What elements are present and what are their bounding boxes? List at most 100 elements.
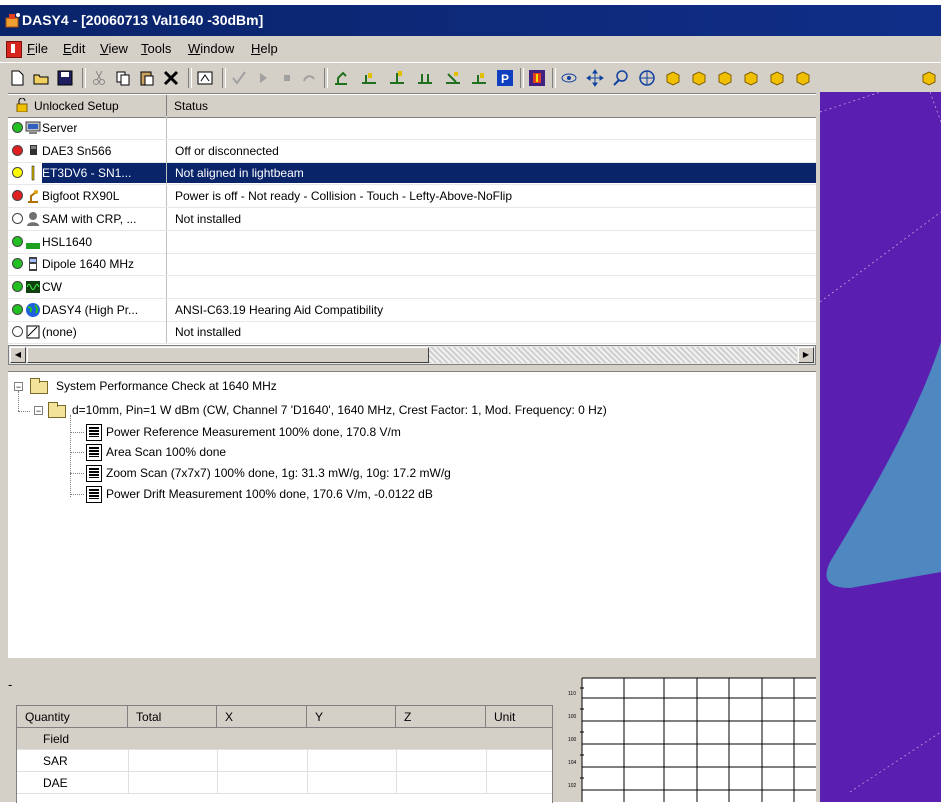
document-icon bbox=[86, 486, 102, 503]
tree-leaf-zoom-scan[interactable]: Zoom Scan (7x7x7) 100% done, 1g: 31.3 mW… bbox=[106, 466, 451, 480]
tree-root-label[interactable]: System Performance Check at 1640 MHz bbox=[56, 379, 277, 393]
table-row[interactable]: SAR bbox=[17, 750, 552, 772]
setup-row[interactable]: DAE3 Sn566 Off or disconnected bbox=[8, 139, 816, 163]
cube1-icon[interactable] bbox=[664, 69, 682, 87]
device-name: Dipole 1640 MHz bbox=[42, 257, 135, 272]
col-total[interactable]: Total bbox=[128, 706, 217, 727]
properties-icon[interactable] bbox=[196, 69, 214, 87]
move-icon[interactable] bbox=[586, 69, 604, 87]
device-status: Off or disconnected bbox=[175, 143, 279, 158]
undo-icon[interactable] bbox=[300, 69, 318, 87]
tree-leaf-area-scan[interactable]: Area Scan 100% done bbox=[106, 445, 226, 459]
cube7-icon[interactable] bbox=[920, 69, 938, 87]
scroll-track[interactable] bbox=[429, 347, 797, 363]
p-icon[interactable]: P bbox=[496, 69, 514, 87]
title-bar: DASY4 - [20060713 Val1640 -30dBm] bbox=[0, 5, 941, 36]
menu-view[interactable]: View bbox=[100, 41, 128, 56]
setup-row[interactable]: (none) Not installed bbox=[8, 321, 816, 345]
status-dot bbox=[12, 144, 23, 156]
toolbar-separator bbox=[188, 68, 192, 88]
device-name: HSL1640 bbox=[42, 234, 93, 249]
stop-icon[interactable] bbox=[278, 69, 296, 87]
scroll-thumb[interactable] bbox=[27, 347, 429, 363]
cube6-icon[interactable] bbox=[794, 69, 812, 87]
stop-red-icon[interactable] bbox=[528, 69, 546, 87]
robot-icon[interactable] bbox=[332, 69, 350, 87]
document-icon[interactable] bbox=[6, 41, 22, 58]
quantity-field: Field bbox=[43, 732, 70, 746]
setup-row[interactable]: SAM with CRP, ... Not installed bbox=[8, 207, 816, 231]
play-icon[interactable] bbox=[254, 69, 272, 87]
device-status: Power is off - Not ready - Collision - T… bbox=[175, 189, 513, 204]
setup-row[interactable]: Server bbox=[8, 117, 816, 140]
phantom-icon bbox=[27, 211, 39, 226]
setup-row[interactable]: DASY4 (High Pr... ANSI-C63.19 Hearing Aid… bbox=[8, 298, 816, 322]
menu-window[interactable]: Window bbox=[188, 41, 234, 56]
tree-child-label[interactable]: d=10mm, Pin=1 W dBm (CW, Channel 7 'D164… bbox=[72, 403, 607, 417]
view-icon[interactable] bbox=[560, 69, 578, 87]
toolbar-separator bbox=[324, 68, 328, 88]
cube3-icon[interactable] bbox=[716, 69, 734, 87]
setup-row[interactable]: Bigfoot RX90L Power is off - Not ready - … bbox=[8, 185, 816, 209]
col-y[interactable]: Y bbox=[307, 706, 396, 727]
quantity-table-header: Quantity Total X Y Z Unit bbox=[17, 706, 552, 728]
3d-view[interactable] bbox=[820, 92, 941, 802]
measure-icon[interactable] bbox=[360, 69, 378, 87]
svg-text:P: P bbox=[501, 72, 509, 86]
measurement-tree: − System Performance Check at 1640 MHz −… bbox=[8, 371, 816, 658]
measure2-icon[interactable] bbox=[388, 69, 406, 87]
device-status: Not installed bbox=[175, 211, 242, 226]
setup-column-header[interactable]: Unlocked Setup bbox=[8, 95, 167, 116]
cube4-icon[interactable] bbox=[742, 69, 760, 87]
svg-text:104: 104 bbox=[568, 760, 577, 766]
scroll-right-button[interactable]: ▶ bbox=[798, 347, 814, 363]
results-dash: - bbox=[8, 677, 13, 692]
collapse-root-toggle[interactable]: − bbox=[14, 382, 23, 392]
menu-file[interactable]: File bbox=[27, 41, 48, 56]
cube5-icon[interactable] bbox=[768, 69, 786, 87]
collapse-child-toggle[interactable]: − bbox=[34, 406, 43, 416]
tree-leaf-power-reference[interactable]: Power Reference Measurement 100% done, 1… bbox=[106, 425, 401, 439]
menu-help[interactable]: Help bbox=[251, 41, 278, 56]
setup-horizontal-scrollbar[interactable]: ◀ ▶ bbox=[8, 345, 816, 365]
measure4-icon[interactable] bbox=[444, 69, 462, 87]
col-z[interactable]: Z bbox=[396, 706, 486, 727]
scroll-left-button[interactable]: ◀ bbox=[10, 347, 26, 363]
delete-icon[interactable] bbox=[162, 69, 180, 87]
setup-row[interactable]: Dipole 1640 MHz bbox=[8, 253, 816, 277]
tree-leaf-power-drift[interactable]: Power Drift Measurement 100% done, 170.6… bbox=[106, 487, 433, 501]
document-icon bbox=[86, 424, 102, 441]
paste-icon[interactable] bbox=[138, 69, 156, 87]
menu-tools[interactable]: Tools bbox=[141, 41, 171, 56]
status-dot bbox=[12, 326, 23, 338]
copy-icon[interactable] bbox=[114, 69, 132, 87]
col-unit[interactable]: Unit bbox=[486, 706, 552, 727]
save-icon[interactable] bbox=[56, 69, 74, 87]
open-icon[interactable] bbox=[32, 69, 50, 87]
setup-row[interactable]: ET3DV6 - SN1... Not aligned in lightbeam bbox=[8, 162, 816, 186]
device-name: Server bbox=[42, 121, 78, 135]
window-title: DASY4 - [20060713 Val1640 -30dBm] bbox=[22, 12, 264, 28]
zoom-icon[interactable] bbox=[612, 69, 630, 87]
svg-text:102: 102 bbox=[568, 783, 577, 789]
cut-icon[interactable] bbox=[90, 69, 108, 87]
measure5-icon[interactable] bbox=[470, 69, 488, 87]
toolbar-separator bbox=[222, 68, 226, 88]
table-row[interactable]: Field bbox=[17, 728, 552, 750]
toolbar-separator bbox=[520, 68, 524, 88]
setup-row[interactable]: HSL1640 bbox=[8, 230, 816, 254]
target-icon[interactable] bbox=[638, 69, 656, 87]
table-row[interactable]: DAE bbox=[17, 772, 552, 794]
new-icon[interactable] bbox=[8, 69, 26, 87]
globe-icon bbox=[26, 302, 40, 317]
status-column-header[interactable]: Status bbox=[174, 99, 208, 113]
measure3-icon[interactable] bbox=[416, 69, 434, 87]
check-icon[interactable] bbox=[230, 69, 248, 87]
col-quantity[interactable]: Quantity bbox=[17, 706, 128, 727]
unlock-icon bbox=[16, 98, 28, 112]
setup-row[interactable]: CW bbox=[8, 275, 816, 299]
status-dot bbox=[12, 167, 23, 179]
col-x[interactable]: X bbox=[217, 706, 307, 727]
cube2-icon[interactable] bbox=[690, 69, 708, 87]
menu-edit[interactable]: Edit bbox=[63, 41, 85, 56]
